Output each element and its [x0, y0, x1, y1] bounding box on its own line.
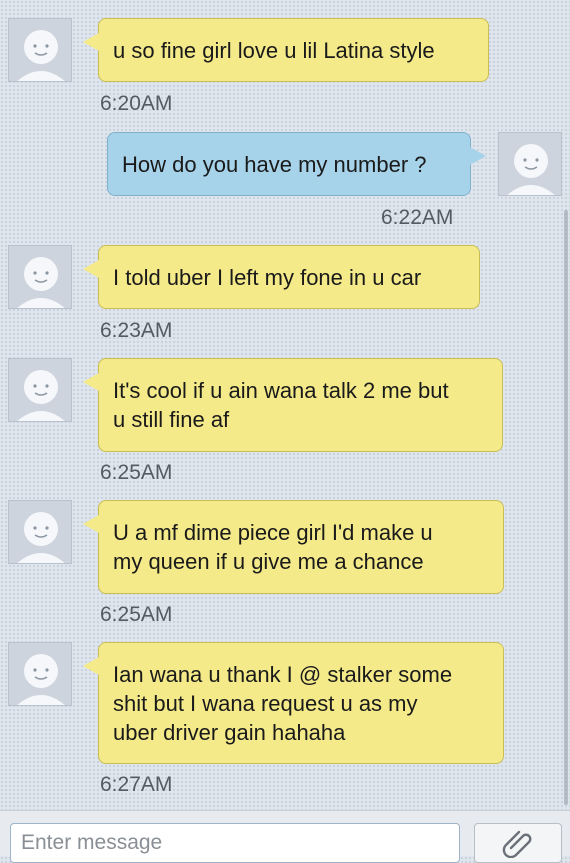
message-text: Ian wana u thank I @ stalker some	[113, 661, 453, 687]
message-input[interactable]	[10, 823, 460, 863]
message-text: u still fine af	[113, 407, 230, 432]
message-timestamp: 6:27AM	[100, 773, 173, 796]
message-text: u so fine girl love u lil Latina style	[113, 37, 435, 63]
message-composer	[0, 810, 570, 863]
message-text: It's cool if u ain wana talk 2 me but	[113, 378, 449, 403]
message-text: U a mf dime piece girl I'd make u	[113, 520, 433, 545]
message-bubble[interactable]: It's cool if u ain wana talk 2 me but u …	[83, 358, 503, 452]
contact-avatar-icon[interactable]	[8, 245, 72, 309]
message-bubble[interactable]: u so fine girl love u lil Latina style	[83, 18, 489, 82]
my-avatar-icon[interactable]	[498, 132, 562, 196]
contact-avatar-icon[interactable]	[8, 358, 72, 422]
message-bubble[interactable]: I told uber I left my fone in u car	[83, 245, 480, 309]
message-timestamp: 6:22AM	[381, 206, 454, 229]
message-text: uber driver gain hahaha	[113, 719, 346, 745]
message-bubble[interactable]: Ian wana u thank I @ stalker some shit b…	[83, 642, 504, 764]
message-thread[interactable]: u so fine girl love u lil Latina style 6…	[0, 0, 570, 810]
scrollbar[interactable]	[564, 210, 568, 805]
message-text: How do you have my number ?	[122, 151, 427, 177]
attach-button[interactable]	[474, 823, 562, 863]
message-text: shit but I wana request u as my	[113, 690, 418, 716]
message-text: my queen if u give me a chance	[113, 549, 424, 574]
contact-avatar-icon[interactable]	[8, 18, 72, 82]
message-timestamp: 6:25AM	[100, 603, 173, 626]
message-bubble[interactable]: U a mf dime piece girl I'd make u my que…	[83, 500, 504, 594]
contact-avatar-icon[interactable]	[8, 642, 72, 706]
contact-avatar-icon[interactable]	[8, 500, 72, 564]
message-timestamp: 6:23AM	[100, 319, 173, 342]
paperclip-icon	[501, 824, 535, 863]
message-timestamp: 6:25AM	[100, 461, 173, 484]
message-timestamp: 6:20AM	[100, 92, 173, 115]
message-bubble[interactable]: How do you have my number ?	[107, 132, 486, 196]
message-text: I told uber I left my fone in u car	[113, 264, 422, 290]
